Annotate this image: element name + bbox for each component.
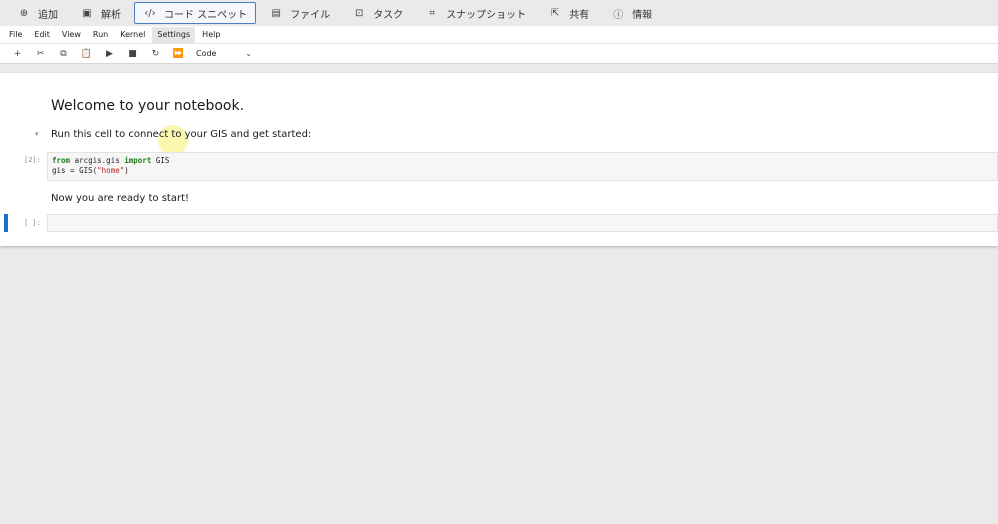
ribbon-button[interactable]: ⌗ スナップショット xyxy=(416,2,535,24)
add-circle-icon: ⊕ xyxy=(19,7,29,19)
cell-prompt: [ ]: xyxy=(24,219,41,227)
copy-icon[interactable]: ⧉ xyxy=(52,49,75,59)
ribbon-label: 追加 xyxy=(38,9,58,21)
ribbon-button[interactable]: ⊕ 追加 xyxy=(8,2,67,24)
cell-type-select[interactable]: Code ⌄ xyxy=(196,49,252,58)
ribbon-button[interactable]: ⇱ 共有 xyxy=(539,2,598,24)
notebook-toolbar: + ✂ ⧉ 📋 ▶ ■ ↻ ⏩ Code ⌄ xyxy=(0,44,998,64)
ribbon-label: スナップショット xyxy=(446,9,527,21)
menu-bar: File Edit View Run Kernel Settings Help xyxy=(0,26,998,44)
run-icon[interactable]: ▶ xyxy=(98,49,121,59)
stop-icon[interactable]: ■ xyxy=(121,49,144,59)
code-text: gis = GIS( xyxy=(52,166,98,175)
collapse-arrow-icon[interactable]: ▾ xyxy=(35,130,39,138)
ribbon-label: ファイル xyxy=(290,9,331,21)
restart-icon[interactable]: ↻ xyxy=(144,49,167,59)
notebook-panel: Welcome to your notebook. ▾ Run this cel… xyxy=(0,73,998,246)
ribbon-label: 情報 xyxy=(632,9,653,21)
code-cell-empty[interactable] xyxy=(47,214,998,232)
code-keyword: import xyxy=(124,156,152,165)
code-cell-connect[interactable]: from arcgis.gis import GIS gis = GIS("ho… xyxy=(47,152,998,181)
ribbon-label: 解析 xyxy=(101,9,121,21)
task-icon: ⊡ xyxy=(354,7,364,19)
menu-run[interactable]: Run xyxy=(88,27,113,43)
ribbon-button[interactable]: ▣ 解析 xyxy=(71,2,130,24)
info-icon: ⓘ xyxy=(613,9,624,21)
code-keyword: from xyxy=(52,156,71,165)
code-string: "home" xyxy=(97,166,125,175)
active-cell-indicator xyxy=(4,214,8,232)
cut-icon[interactable]: ✂ xyxy=(29,49,52,59)
intro-text: Run this cell to connect to your GIS and… xyxy=(51,129,312,140)
menu-help[interactable]: Help xyxy=(197,27,225,43)
menu-edit[interactable]: Edit xyxy=(29,27,55,43)
ribbon-label: 共有 xyxy=(569,9,590,21)
fast-forward-icon[interactable]: ⏩ xyxy=(167,49,190,59)
ribbon-label: コード スニペット xyxy=(164,9,248,21)
menu-kernel[interactable]: Kernel xyxy=(115,27,150,43)
file-icon: ▤ xyxy=(271,7,281,19)
menu-file[interactable]: File xyxy=(4,27,27,43)
ribbon-button[interactable]: ⓘ 情報 xyxy=(602,2,661,24)
add-cell-icon[interactable]: + xyxy=(6,49,29,59)
share-icon: ⇱ xyxy=(550,7,560,19)
menu-settings[interactable]: Settings xyxy=(152,26,196,43)
toolbar-gap xyxy=(0,64,998,73)
snapshot-icon: ⌗ xyxy=(429,7,435,19)
chevron-down-icon: ⌄ xyxy=(245,49,252,58)
ribbon-toolbar: ⊕ 追加 ▣ 解析 ‹/› コード スニペット ▤ ファイル ⊡ タスク ⌗ スナップショット ⇱ 共有 ⓘ… xyxy=(0,0,998,26)
code-text: ) xyxy=(124,166,129,175)
ribbon-label: タスク xyxy=(373,9,404,21)
notebook-heading: Welcome to your notebook. xyxy=(51,98,245,114)
cell-prompt: [2]: xyxy=(24,156,41,164)
code-text: arcgis.gis xyxy=(70,156,125,165)
menu-view[interactable]: View xyxy=(57,27,86,43)
ribbon-button[interactable]: ▤ ファイル xyxy=(260,2,339,24)
ribbon-button[interactable]: ‹/› コード スニペット xyxy=(134,2,257,24)
code-icon: ‹/› xyxy=(144,7,156,19)
code-text: GIS xyxy=(151,156,170,165)
code-editor[interactable]: from arcgis.gis import GIS gis = GIS("ho… xyxy=(48,153,997,176)
analysis-icon: ▣ xyxy=(82,7,92,19)
ribbon-button[interactable]: ⊡ タスク xyxy=(343,2,412,24)
paste-icon[interactable]: 📋 xyxy=(75,49,98,59)
cell-type-value: Code xyxy=(196,49,217,58)
ready-text: Now you are ready to start! xyxy=(51,193,189,204)
